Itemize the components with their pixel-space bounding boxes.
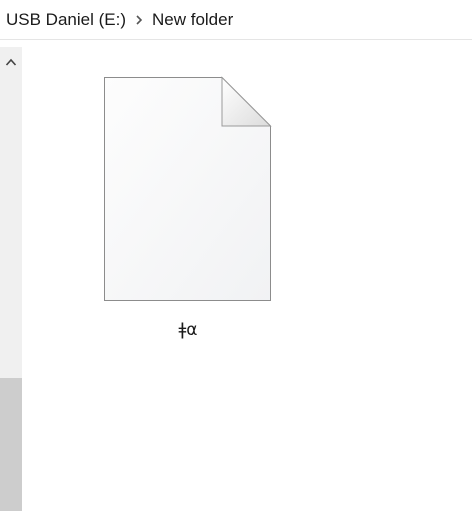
scrollbar-thumb[interactable] [0, 378, 22, 511]
breadcrumb: USB Daniel (E:) New folder [0, 0, 472, 40]
chevron-right-icon[interactable] [126, 10, 152, 30]
file-item[interactable]: ǂα [88, 70, 288, 355]
chevron-up-icon[interactable] [0, 47, 22, 77]
file-name-label[interactable]: ǂα [88, 320, 288, 340]
explorer-window: USB Daniel (E:) New folder ǂα [0, 0, 472, 511]
blank-document-icon [103, 76, 273, 307]
vertical-scrollbar[interactable] [0, 47, 22, 511]
breadcrumb-item-folder[interactable]: New folder [152, 10, 233, 30]
breadcrumb-item-drive[interactable]: USB Daniel (E:) [6, 10, 126, 30]
